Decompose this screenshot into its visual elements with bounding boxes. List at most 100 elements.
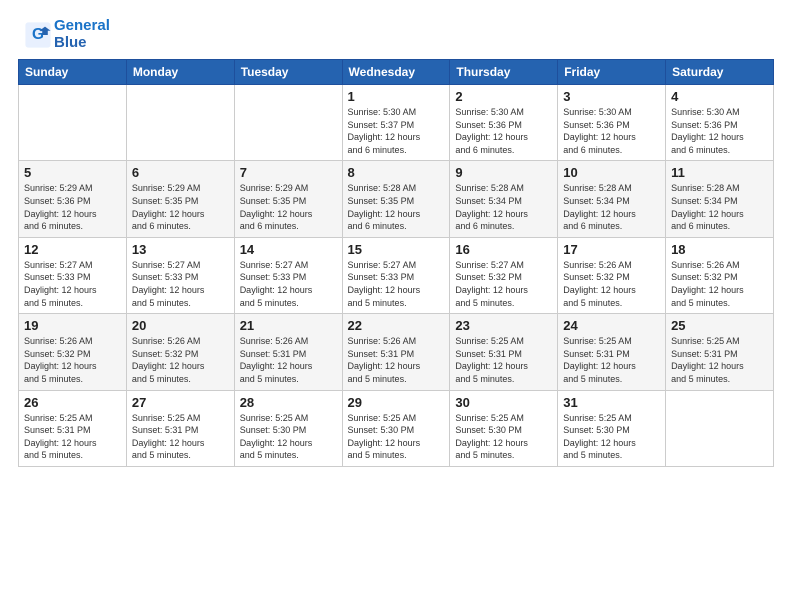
calendar-cell: 22 Sunrise: 5:26 AM Sunset: 5:31 PM Dayli… bbox=[342, 314, 450, 390]
page: G GeneralBlue SundayMondayTuesdayWednesd… bbox=[0, 0, 792, 612]
calendar-cell: 27 Sunrise: 5:25 AM Sunset: 5:31 PM Dayli… bbox=[126, 390, 234, 466]
calendar-week-row: 5Sunrise: 5:29 AM Sunset: 5:36 PM Daylig… bbox=[19, 161, 774, 237]
calendar-cell bbox=[666, 390, 774, 466]
calendar-cell: 30 Sunrise: 5:25 AM Sunset: 5:30 PM Dayli… bbox=[450, 390, 558, 466]
day-detail: Sunrise: 5:27 AM Sunset: 5:33 PM Dayligh… bbox=[24, 259, 121, 309]
calendar-cell: 3Sunrise: 5:30 AM Sunset: 5:36 PM Daylig… bbox=[558, 85, 666, 161]
day-detail: Sunrise: 5:27 AM Sunset: 5:32 PM Dayligh… bbox=[455, 259, 552, 309]
calendar-week-row: 19 Sunrise: 5:26 AM Sunset: 5:32 PM Dayli… bbox=[19, 314, 774, 390]
day-number: 2 bbox=[455, 89, 552, 104]
calendar-cell: 24 Sunrise: 5:25 AM Sunset: 5:31 PM Dayli… bbox=[558, 314, 666, 390]
calendar-cell: 6 Sunrise: 5:29 AM Sunset: 5:35 PM Daylig… bbox=[126, 161, 234, 237]
day-number: 27 bbox=[132, 395, 229, 410]
logo-icon: G bbox=[24, 21, 52, 49]
calendar-cell: 11 Sunrise: 5:28 AM Sunset: 5:34 PM Dayli… bbox=[666, 161, 774, 237]
day-detail: Sunrise: 5:26 AM Sunset: 5:32 PM Dayligh… bbox=[671, 259, 768, 309]
day-header-tuesday: Tuesday bbox=[234, 60, 342, 85]
day-number: 30 bbox=[455, 395, 552, 410]
day-number: 6 bbox=[132, 165, 229, 180]
day-number: 22 bbox=[348, 318, 445, 333]
day-number: 11 bbox=[671, 165, 768, 180]
day-detail: Sunrise: 5:27 AM Sunset: 5:33 PM Dayligh… bbox=[240, 259, 337, 309]
day-detail: Sunrise: 5:27 AM Sunset: 5:33 PM Dayligh… bbox=[348, 259, 445, 309]
day-header-thursday: Thursday bbox=[450, 60, 558, 85]
calendar-cell: 31 Sunrise: 5:25 AM Sunset: 5:30 PM Dayli… bbox=[558, 390, 666, 466]
day-number: 25 bbox=[671, 318, 768, 333]
day-detail: Sunrise: 5:25 AM Sunset: 5:31 PM Dayligh… bbox=[671, 335, 768, 385]
calendar-week-row: 26 Sunrise: 5:25 AM Sunset: 5:31 PM Dayli… bbox=[19, 390, 774, 466]
calendar-body: 1 Sunrise: 5:30 AM Sunset: 5:37 PM Daylig… bbox=[19, 85, 774, 467]
day-number: 5 bbox=[24, 165, 121, 180]
calendar-cell: 20 Sunrise: 5:26 AM Sunset: 5:32 PM Dayli… bbox=[126, 314, 234, 390]
day-detail: Sunrise: 5:29 AM Sunset: 5:35 PM Dayligh… bbox=[240, 182, 337, 232]
day-header-wednesday: Wednesday bbox=[342, 60, 450, 85]
calendar-cell: 10 Sunrise: 5:28 AM Sunset: 5:34 PM Dayli… bbox=[558, 161, 666, 237]
day-detail: Sunrise: 5:26 AM Sunset: 5:31 PM Dayligh… bbox=[348, 335, 445, 385]
calendar-cell bbox=[126, 85, 234, 161]
day-detail: Sunrise: 5:25 AM Sunset: 5:31 PM Dayligh… bbox=[132, 412, 229, 462]
day-number: 17 bbox=[563, 242, 660, 257]
calendar-cell: 7 Sunrise: 5:29 AM Sunset: 5:35 PM Daylig… bbox=[234, 161, 342, 237]
calendar-cell: 13Sunrise: 5:27 AM Sunset: 5:33 PM Dayli… bbox=[126, 237, 234, 313]
day-number: 12 bbox=[24, 242, 121, 257]
day-detail: Sunrise: 5:25 AM Sunset: 5:30 PM Dayligh… bbox=[563, 412, 660, 462]
day-detail: Sunrise: 5:28 AM Sunset: 5:34 PM Dayligh… bbox=[455, 182, 552, 232]
day-header-sunday: Sunday bbox=[19, 60, 127, 85]
day-number: 18 bbox=[671, 242, 768, 257]
day-detail: Sunrise: 5:25 AM Sunset: 5:30 PM Dayligh… bbox=[348, 412, 445, 462]
logo-text: GeneralBlue bbox=[54, 18, 110, 51]
day-detail: Sunrise: 5:26 AM Sunset: 5:32 PM Dayligh… bbox=[563, 259, 660, 309]
day-number: 24 bbox=[563, 318, 660, 333]
day-number: 23 bbox=[455, 318, 552, 333]
day-number: 31 bbox=[563, 395, 660, 410]
day-detail: Sunrise: 5:30 AM Sunset: 5:37 PM Dayligh… bbox=[348, 106, 445, 156]
calendar-cell: 2Sunrise: 5:30 AM Sunset: 5:36 PM Daylig… bbox=[450, 85, 558, 161]
day-number: 15 bbox=[348, 242, 445, 257]
calendar-cell: 28 Sunrise: 5:25 AM Sunset: 5:30 PM Dayli… bbox=[234, 390, 342, 466]
day-number: 8 bbox=[348, 165, 445, 180]
calendar-cell: 5Sunrise: 5:29 AM Sunset: 5:36 PM Daylig… bbox=[19, 161, 127, 237]
day-header-friday: Friday bbox=[558, 60, 666, 85]
day-number: 21 bbox=[240, 318, 337, 333]
calendar-cell: 25 Sunrise: 5:25 AM Sunset: 5:31 PM Dayli… bbox=[666, 314, 774, 390]
calendar-cell: 4Sunrise: 5:30 AM Sunset: 5:36 PM Daylig… bbox=[666, 85, 774, 161]
day-header-saturday: Saturday bbox=[666, 60, 774, 85]
calendar-cell: 29 Sunrise: 5:25 AM Sunset: 5:30 PM Dayli… bbox=[342, 390, 450, 466]
day-detail: Sunrise: 5:26 AM Sunset: 5:32 PM Dayligh… bbox=[132, 335, 229, 385]
calendar-table: SundayMondayTuesdayWednesdayThursdayFrid… bbox=[18, 59, 774, 467]
day-detail: Sunrise: 5:28 AM Sunset: 5:35 PM Dayligh… bbox=[348, 182, 445, 232]
day-detail: Sunrise: 5:28 AM Sunset: 5:34 PM Dayligh… bbox=[671, 182, 768, 232]
day-number: 10 bbox=[563, 165, 660, 180]
day-number: 19 bbox=[24, 318, 121, 333]
calendar-cell bbox=[234, 85, 342, 161]
calendar-cell: 16 Sunrise: 5:27 AM Sunset: 5:32 PM Dayli… bbox=[450, 237, 558, 313]
day-header-monday: Monday bbox=[126, 60, 234, 85]
day-number: 14 bbox=[240, 242, 337, 257]
day-number: 29 bbox=[348, 395, 445, 410]
day-number: 13 bbox=[132, 242, 229, 257]
day-detail: Sunrise: 5:25 AM Sunset: 5:31 PM Dayligh… bbox=[563, 335, 660, 385]
calendar-cell bbox=[19, 85, 127, 161]
calendar-cell: 17 Sunrise: 5:26 AM Sunset: 5:32 PM Dayli… bbox=[558, 237, 666, 313]
calendar-cell: 12 Sunrise: 5:27 AM Sunset: 5:33 PM Dayli… bbox=[19, 237, 127, 313]
day-number: 16 bbox=[455, 242, 552, 257]
calendar-cell: 26Sunrise: 5:25 AM Sunset: 5:31 PM Dayli… bbox=[19, 390, 127, 466]
calendar-cell: 15 Sunrise: 5:27 AM Sunset: 5:33 PM Dayli… bbox=[342, 237, 450, 313]
day-detail: Sunrise: 5:25 AM Sunset: 5:30 PM Dayligh… bbox=[455, 412, 552, 462]
calendar-week-row: 1 Sunrise: 5:30 AM Sunset: 5:37 PM Daylig… bbox=[19, 85, 774, 161]
day-number: 7 bbox=[240, 165, 337, 180]
day-number: 20 bbox=[132, 318, 229, 333]
day-detail: Sunrise: 5:26 AM Sunset: 5:31 PM Dayligh… bbox=[240, 335, 337, 385]
day-number: 1 bbox=[348, 89, 445, 104]
calendar-cell: 8 Sunrise: 5:28 AM Sunset: 5:35 PM Daylig… bbox=[342, 161, 450, 237]
day-detail: Sunrise: 5:28 AM Sunset: 5:34 PM Dayligh… bbox=[563, 182, 660, 232]
calendar-cell: 9Sunrise: 5:28 AM Sunset: 5:34 PM Daylig… bbox=[450, 161, 558, 237]
day-number: 28 bbox=[240, 395, 337, 410]
calendar-cell: 23Sunrise: 5:25 AM Sunset: 5:31 PM Dayli… bbox=[450, 314, 558, 390]
header: G GeneralBlue bbox=[0, 0, 792, 59]
calendar-cell: 18 Sunrise: 5:26 AM Sunset: 5:32 PM Dayli… bbox=[666, 237, 774, 313]
day-detail: Sunrise: 5:29 AM Sunset: 5:35 PM Dayligh… bbox=[132, 182, 229, 232]
day-number: 26 bbox=[24, 395, 121, 410]
day-detail: Sunrise: 5:25 AM Sunset: 5:30 PM Dayligh… bbox=[240, 412, 337, 462]
calendar-cell: 1 Sunrise: 5:30 AM Sunset: 5:37 PM Daylig… bbox=[342, 85, 450, 161]
